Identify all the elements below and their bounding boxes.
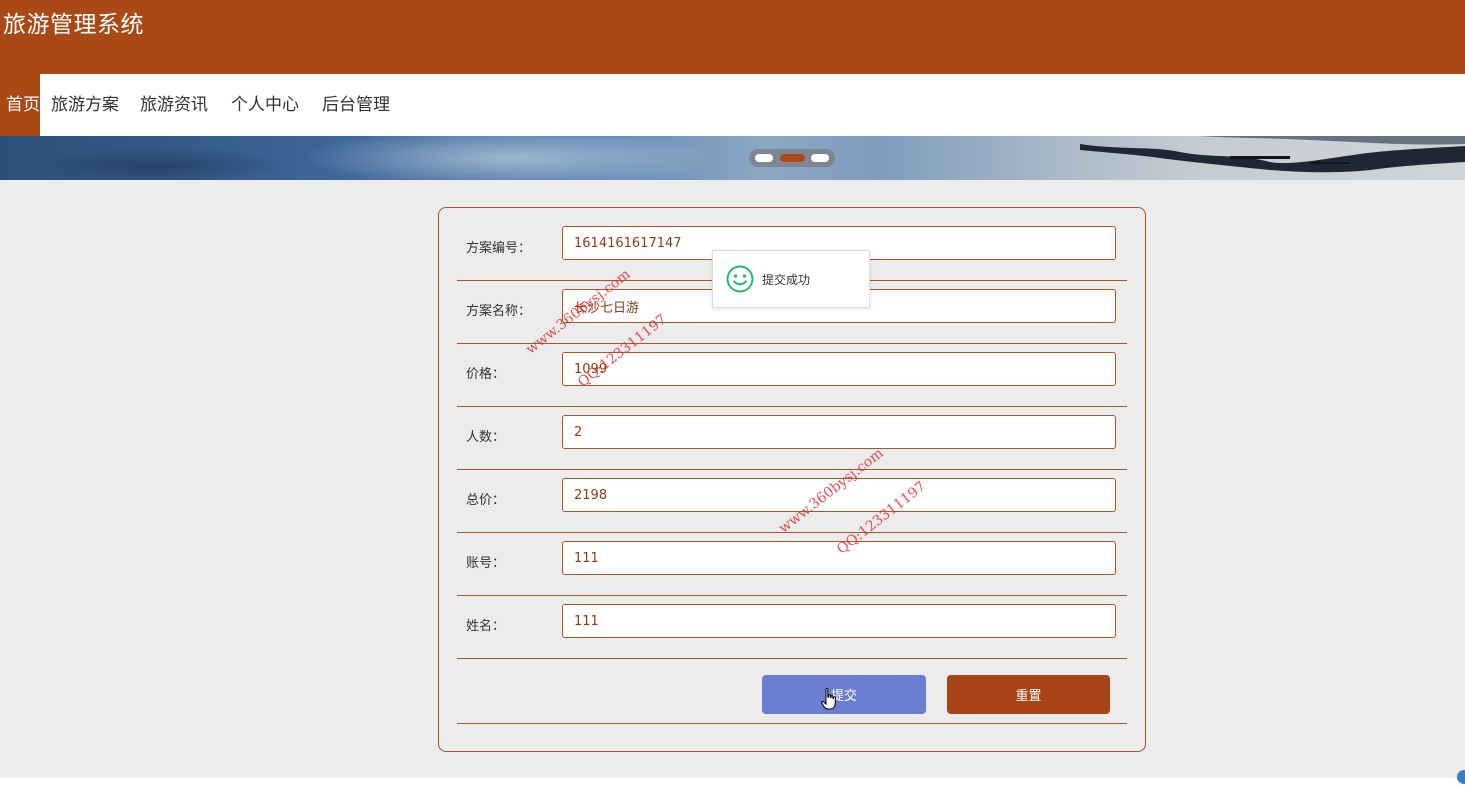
nav-item-travel-news[interactable]: 旅游资讯 xyxy=(140,74,208,136)
nav-item-personal-center[interactable]: 个人中心 xyxy=(231,74,299,136)
people-count-label: 人数： xyxy=(466,430,506,445)
banner-cloud xyxy=(300,136,720,180)
nav-item-admin[interactable]: 后台管理 xyxy=(322,74,390,136)
account-input[interactable] xyxy=(562,541,1116,575)
toast-message: 提交成功 xyxy=(762,273,811,287)
main-nav: 首页 旅游方案 旅游资讯 个人中心 后台管理 xyxy=(0,74,1465,136)
banner-carousel[interactable] xyxy=(0,136,1465,180)
name-label: 姓名： xyxy=(466,619,506,634)
people-count-input[interactable] xyxy=(562,415,1116,449)
carousel-dot[interactable] xyxy=(755,154,773,162)
banner-island-image xyxy=(1080,136,1465,173)
plan-id-label: 方案编号： xyxy=(466,241,532,256)
form-row-account: 账号： xyxy=(457,532,1127,596)
carousel-dot-active[interactable] xyxy=(780,154,805,162)
nav-item-home[interactable]: 首页 xyxy=(0,74,40,136)
carousel-dot[interactable] xyxy=(811,154,829,162)
total-price-input[interactable] xyxy=(562,478,1116,512)
account-label: 账号： xyxy=(466,556,506,571)
name-input[interactable] xyxy=(562,604,1116,638)
carousel-indicators xyxy=(749,149,835,167)
smile-icon xyxy=(726,265,754,293)
app-title: 旅游管理系统 xyxy=(3,12,144,38)
total-price-label: 总价： xyxy=(466,493,506,508)
success-toast: 提交成功 xyxy=(712,250,870,308)
form-row-price: 价格： xyxy=(457,343,1127,407)
price-input[interactable] xyxy=(562,352,1116,386)
hand-cursor-icon xyxy=(821,688,836,710)
form-row-people-count: 人数： xyxy=(457,406,1127,470)
plan-name-label: 方案名称： xyxy=(466,304,532,319)
reset-button[interactable]: 重置 xyxy=(947,675,1110,714)
banner-cloud xyxy=(30,146,290,180)
app-header: 旅游管理系统 xyxy=(0,0,1465,74)
form-row-total-price: 总价： xyxy=(457,469,1127,533)
form-row-name: 姓名： xyxy=(457,595,1127,659)
footer xyxy=(0,778,1465,787)
price-label: 价格： xyxy=(466,367,506,382)
nav-item-travel-plans[interactable]: 旅游方案 xyxy=(51,74,119,136)
floating-widget[interactable] xyxy=(1457,770,1465,784)
form-actions: 提交 重置 xyxy=(457,657,1127,724)
submit-button[interactable]: 提交 xyxy=(762,675,926,714)
